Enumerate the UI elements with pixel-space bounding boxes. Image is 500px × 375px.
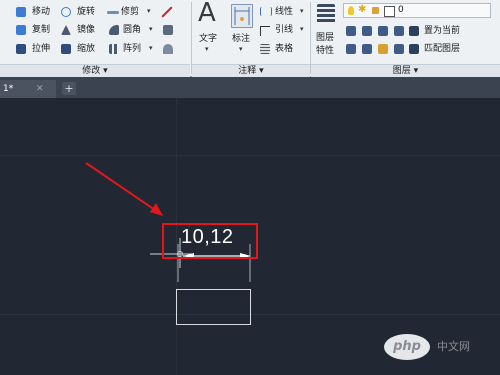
autocad-window: 移动 旋转 修剪 ▾ 复制 镜像 圆角 ▾ 拉伸 缩放 阵列 ▾ 修改 ▾ A … — [0, 0, 500, 375]
pencil-icon[interactable] — [161, 6, 173, 18]
layer-icon — [317, 4, 335, 24]
grid-line — [0, 155, 500, 156]
text-button[interactable]: 文字 — [199, 34, 217, 45]
layer-properties-button[interactable]: 图层 — [316, 33, 334, 44]
layers-panel-title[interactable]: 图层 ▾ — [311, 64, 500, 77]
close-icon[interactable]: ✕ — [36, 80, 44, 98]
table-icon — [260, 44, 270, 54]
make-current-icon — [409, 26, 419, 36]
make-current-button[interactable]: 置为当前 — [424, 26, 460, 37]
array-dropdown-icon[interactable]: ▾ — [149, 44, 153, 52]
grid-line — [0, 314, 500, 315]
layer-tool-icon[interactable] — [362, 44, 372, 54]
rotate-button[interactable]: 旋转 — [77, 7, 95, 18]
layer-tool-icon[interactable] — [346, 26, 356, 36]
trim-dropdown-icon[interactable]: ▾ — [147, 7, 151, 15]
modify-panel-title[interactable]: 修改 ▾ — [0, 64, 190, 77]
move-button[interactable]: 移动 — [32, 7, 50, 18]
current-layer-name: 0 — [398, 5, 404, 15]
linear-button[interactable]: 线性 — [275, 7, 293, 18]
layer-tool-icon[interactable] — [378, 26, 388, 36]
linear-dropdown-icon[interactable]: ▾ — [300, 7, 304, 15]
sun-icon[interactable]: ✱ — [358, 4, 366, 15]
move-icon — [16, 7, 26, 17]
layer-dropdown[interactable]: ✱ 0 — [343, 3, 491, 18]
copy-icon — [16, 25, 26, 35]
table-button[interactable]: 表格 — [275, 44, 293, 55]
lock-icon[interactable] — [372, 7, 379, 14]
trim-button[interactable]: 修剪 — [121, 7, 139, 18]
array-button[interactable]: 阵列 — [123, 44, 141, 55]
array-icon — [109, 44, 119, 54]
annotation-panel-title[interactable]: 注释 ▾ — [192, 64, 310, 77]
linear-icon — [260, 7, 272, 16]
fillet-button[interactable]: 圆角 — [123, 25, 141, 36]
layer-tool-icon[interactable] — [346, 44, 356, 54]
match-layer-button[interactable]: 匹配图层 — [424, 44, 460, 55]
scale-button[interactable]: 缩放 — [77, 44, 95, 55]
explode-icon[interactable] — [163, 25, 173, 35]
scale-icon — [61, 44, 71, 54]
drawing-tab[interactable]: 1* ✕ — [0, 80, 56, 98]
php-logo-watermark: php — [384, 334, 430, 360]
watermark-text: 中文网 — [437, 340, 470, 353]
layer-tool-icon[interactable] — [394, 26, 404, 36]
file-tab-bar: 1* ✕ + — [0, 77, 500, 98]
fillet-dropdown-icon[interactable]: ▾ — [149, 25, 153, 33]
leader-icon — [260, 26, 270, 36]
stretch-icon — [16, 44, 26, 54]
trim-icon — [107, 11, 119, 14]
stretch-button[interactable]: 拉伸 — [32, 44, 50, 55]
layer-tool-icon[interactable] — [378, 44, 388, 54]
text-icon: A — [198, 0, 216, 28]
lightbulb-icon[interactable] — [348, 6, 354, 15]
dimension-dropdown-icon[interactable]: ▾ — [239, 45, 243, 53]
layer-tool-icon[interactable] — [362, 26, 372, 36]
text-dropdown-icon[interactable]: ▾ — [205, 45, 209, 53]
drawing-tab-label: 1* — [3, 84, 14, 94]
layer-properties-label[interactable]: 特性 — [316, 46, 334, 57]
ribbon: 移动 旋转 修剪 ▾ 复制 镜像 圆角 ▾ 拉伸 缩放 阵列 ▾ 修改 ▾ A … — [0, 0, 500, 77]
offset-icon[interactable] — [163, 44, 173, 54]
mirror-button[interactable]: 镜像 — [77, 25, 95, 36]
copy-button[interactable]: 复制 — [32, 25, 50, 36]
leader-button[interactable]: 引线 — [275, 25, 293, 36]
highlight-box — [162, 223, 258, 259]
leader-dropdown-icon[interactable]: ▾ — [300, 25, 304, 33]
match-layer-icon — [409, 44, 419, 54]
rotate-icon — [61, 7, 71, 17]
fillet-icon — [109, 25, 119, 35]
mirror-icon — [61, 25, 71, 35]
new-tab-button[interactable]: + — [62, 82, 76, 95]
layer-tool-icon[interactable] — [394, 44, 404, 54]
dimension-icon — [231, 4, 253, 28]
dimension-button[interactable]: 标注 — [232, 34, 250, 45]
layer-color-swatch — [384, 6, 395, 17]
